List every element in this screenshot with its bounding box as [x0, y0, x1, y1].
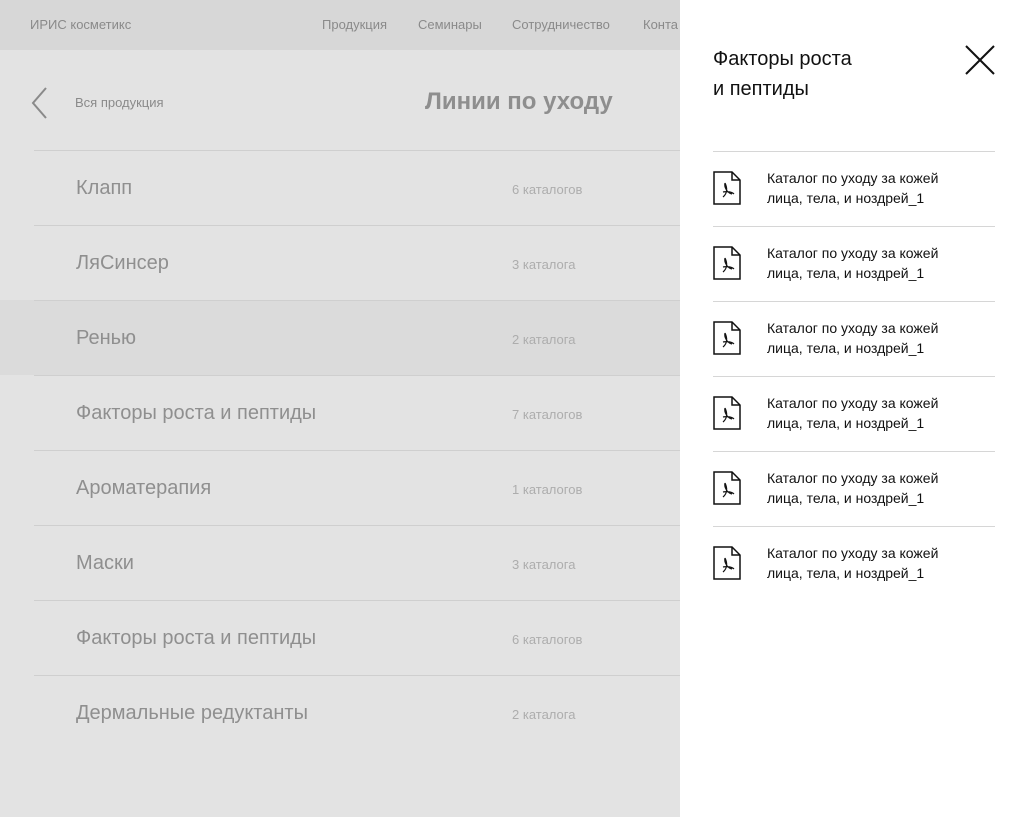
catalog-file-item[interactable]: Каталог по уходу за кожей лица, тела, и …: [713, 226, 995, 301]
list-item[interactable]: ЛяСинсер 3 каталога: [0, 225, 680, 300]
chevron-left-icon[interactable]: [28, 86, 52, 120]
line-name: Ароматерапия: [76, 477, 212, 499]
catalog-file-name: Каталог по уходу за кожей лица, тела, и …: [767, 243, 977, 283]
pdf-file-icon: [713, 246, 741, 280]
catalog-count: 1 каталогов: [512, 482, 583, 497]
catalog-file-item[interactable]: Каталог по уходу за кожей лица, тела, и …: [713, 526, 995, 601]
file-name-line: Каталог по уходу за кожей: [767, 170, 939, 186]
catalog-file-item[interactable]: Каталог по уходу за кожей лица, тела, и …: [713, 301, 995, 376]
catalog-file-name: Каталог по уходу за кожей лица, тела, и …: [767, 543, 977, 583]
nav-link-seminars[interactable]: Семинары: [418, 17, 482, 32]
file-name-line: Каталог по уходу за кожей: [767, 545, 939, 561]
catalog-count: 7 каталогов: [512, 407, 583, 422]
list-item[interactable]: Ароматерапия 1 каталогов: [0, 450, 680, 525]
catalog-count: 3 каталога: [512, 557, 576, 572]
nav-link-contacts[interactable]: Конта: [643, 17, 678, 32]
catalog-file-name: Каталог по уходу за кожей лица, тела, и …: [767, 468, 977, 508]
catalog-count: 3 каталога: [512, 257, 576, 272]
catalog-file-name: Каталог по уходу за кожей лица, тела, и …: [767, 318, 977, 358]
pdf-file-icon: [713, 321, 741, 355]
line-name: Дермальные редуктанты: [76, 702, 308, 724]
catalog-drawer: Факторы роста и пептиды Каталог по уходу…: [680, 0, 1024, 817]
file-name-line: Каталог по уходу за кожей: [767, 470, 939, 486]
file-name-line: лица, тела, и ноздрей_1: [767, 565, 925, 581]
file-name-line: лица, тела, и ноздрей_1: [767, 415, 925, 431]
catalog-count: 2 каталога: [512, 332, 576, 347]
file-name-line: Каталог по уходу за кожей: [767, 245, 939, 261]
line-name: Клапп: [76, 177, 133, 199]
nav-link-cooperation[interactable]: Сотрудничество: [512, 17, 610, 32]
list-item-selected[interactable]: Ренью 2 каталога: [0, 300, 680, 375]
pdf-file-icon: [713, 546, 741, 580]
catalog-count: 2 каталога: [512, 707, 576, 722]
line-name: Маски: [76, 552, 134, 574]
file-name-line: лица, тела, и ноздрей_1: [767, 490, 925, 506]
file-name-line: лица, тела, и ноздрей_1: [767, 340, 925, 356]
line-name: Ренью: [76, 327, 137, 349]
file-name-line: лица, тела, и ноздрей_1: [767, 265, 925, 281]
product-lines-list: Клапп 6 каталогов ЛяСинсер 3 каталога Ре…: [0, 150, 680, 750]
list-item[interactable]: Клапп 6 каталогов: [0, 150, 680, 225]
list-item[interactable]: Дермальные редуктанты 2 каталога: [0, 675, 680, 750]
file-name-line: Каталог по уходу за кожей: [767, 395, 939, 411]
catalog-file-item[interactable]: Каталог по уходу за кожей лица, тела, и …: [713, 451, 995, 526]
pdf-file-icon: [713, 171, 741, 205]
line-name: Факторы роста и пептиды: [76, 402, 317, 424]
drawer-title: Факторы роста и пептиды: [713, 44, 913, 104]
line-name: Факторы роста и пептиды: [76, 627, 317, 649]
list-item[interactable]: Факторы роста и пептиды 7 каталогов: [0, 375, 680, 450]
drawer-title-line: Факторы роста: [713, 48, 852, 70]
catalog-count: 6 каталогов: [512, 182, 583, 197]
catalog-file-item[interactable]: Каталог по уходу за кожей лица, тела, и …: [713, 376, 995, 451]
list-item[interactable]: Маски 3 каталога: [0, 525, 680, 600]
catalog-file-name: Каталог по уходу за кожей лица, тела, и …: [767, 393, 977, 433]
catalog-file-item[interactable]: Каталог по уходу за кожей лица, тела, и …: [713, 151, 995, 226]
back-to-all-products-link[interactable]: Вся продукция: [75, 95, 164, 110]
pdf-file-icon: [713, 471, 741, 505]
brand-name[interactable]: ИРИС косметикс: [30, 17, 131, 32]
nav-link-products[interactable]: Продукция: [322, 17, 387, 32]
page: ИРИС косметикс Продукция Семинары Сотруд…: [0, 0, 1024, 817]
catalog-count: 6 каталогов: [512, 632, 583, 647]
pdf-file-icon: [713, 396, 741, 430]
file-name-line: Каталог по уходу за кожей: [767, 320, 939, 336]
list-item[interactable]: Факторы роста и пептиды 6 каталогов: [0, 600, 680, 675]
page-title: Линии по уходу: [425, 88, 613, 115]
line-name: ЛяСинсер: [76, 252, 169, 274]
close-icon[interactable]: [964, 44, 996, 76]
file-name-line: лица, тела, и ноздрей_1: [767, 190, 925, 206]
drawer-title-line: и пептиды: [713, 78, 809, 100]
catalog-file-name: Каталог по уходу за кожей лица, тела, и …: [767, 168, 977, 208]
catalog-file-list: Каталог по уходу за кожей лица, тела, и …: [713, 151, 995, 601]
